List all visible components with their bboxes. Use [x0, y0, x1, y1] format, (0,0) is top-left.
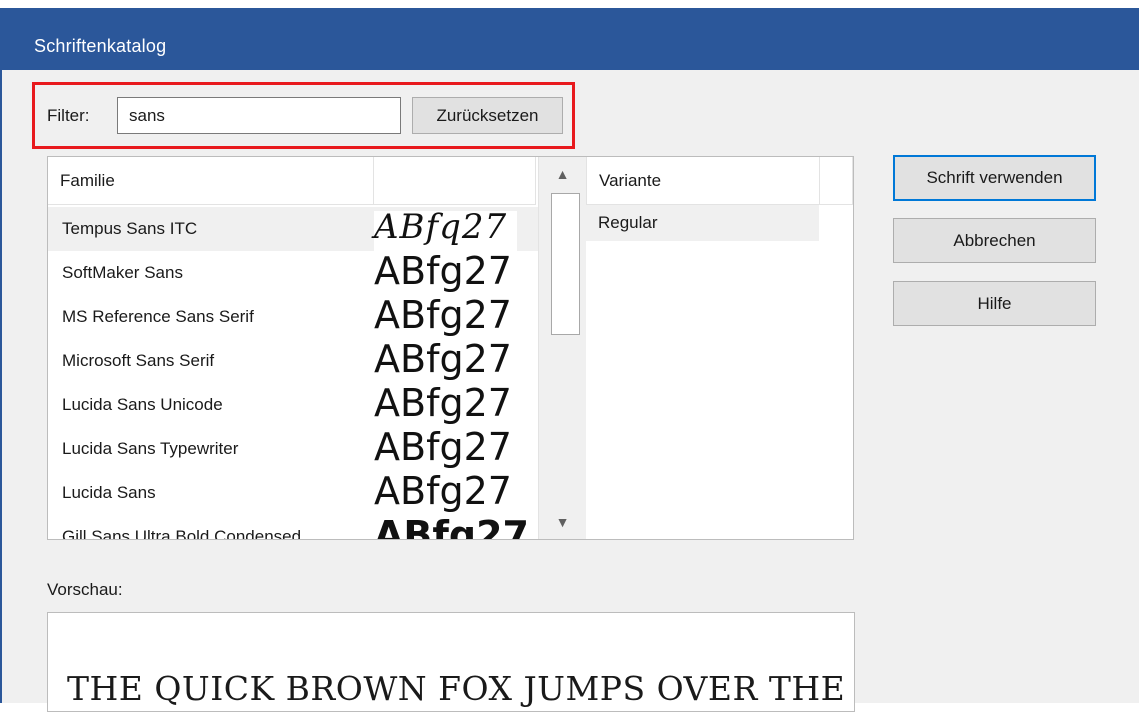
filter-label: Filter:	[47, 106, 90, 125]
list-item[interactable]: Tempus Sans ITC ABfq27	[48, 207, 538, 251]
use-font-button[interactable]: Schrift verwenden	[893, 155, 1096, 201]
font-family-name: Lucida Sans Unicode	[62, 395, 223, 414]
font-sample-cell: ABfg27	[374, 513, 529, 539]
list-item[interactable]: SoftMaker Sans ABfg27	[48, 249, 538, 295]
font-sample: ABfg27	[374, 293, 512, 337]
font-sample-cell: ABfq27	[374, 207, 517, 251]
font-sample-cell: ABfg27	[374, 469, 517, 515]
font-sample-cell: ABfg27	[374, 425, 517, 471]
window-left-border	[0, 8, 2, 703]
preview-text: THE QUICK BROWN FOX JUMPS OVER THE	[67, 669, 846, 708]
font-family-name: MS Reference Sans Serif	[62, 307, 254, 326]
font-family-name: Lucida Sans Typewriter	[62, 439, 239, 458]
scroll-thumb[interactable]	[551, 193, 580, 335]
font-sample: ABfq27	[374, 207, 508, 247]
font-sample: ABfg27	[374, 249, 512, 293]
preview-label: Vorschau:	[47, 580, 123, 599]
font-sample: ABfg27	[374, 337, 512, 381]
font-family-list: Familie Variante Tempus Sans ITC ABfq27 …	[47, 156, 854, 540]
list-item[interactable]: Lucida Sans ABfg27	[48, 469, 538, 515]
font-sample: ABfg27	[374, 469, 512, 513]
list-item[interactable]: MS Reference Sans Serif ABfg27	[48, 293, 538, 339]
column-header-sample[interactable]	[374, 157, 536, 205]
font-sample: ABfg27	[374, 381, 512, 425]
font-sample-cell: ABfg27	[374, 337, 517, 383]
font-family-name: Microsoft Sans Serif	[62, 351, 215, 370]
font-family-name: Tempus Sans ITC	[62, 219, 198, 238]
font-family-name: SoftMaker Sans	[62, 263, 183, 282]
title-bar: Schriftenkatalog	[0, 8, 1139, 70]
variant-item-regular[interactable]: Regular	[586, 205, 819, 241]
list-item[interactable]: Microsoft Sans Serif ABfg27	[48, 337, 538, 383]
reset-button[interactable]: Zurücksetzen	[412, 97, 563, 134]
font-sample-cell: ABfg27	[374, 381, 517, 427]
column-header-family[interactable]: Familie	[48, 157, 374, 205]
font-sample: ABfg27	[374, 425, 512, 469]
font-family-name: Gill Sans Ultra Bold Condensed	[62, 527, 302, 540]
column-header-variant[interactable]: Variante	[586, 157, 820, 205]
help-button[interactable]: Hilfe	[893, 281, 1096, 326]
font-family-name: Lucida Sans	[62, 483, 156, 502]
cancel-button[interactable]: Abbrechen	[893, 218, 1096, 263]
family-list-scrollbar[interactable]: ▲ ▼	[538, 157, 586, 539]
list-item[interactable]: Lucida Sans Unicode ABfg27	[48, 381, 538, 427]
font-sample-cell: ABfg27	[374, 293, 517, 339]
scroll-down-arrow-icon[interactable]: ▼	[539, 505, 586, 539]
list-item[interactable]: Lucida Sans Typewriter ABfg27	[48, 425, 538, 471]
font-sample-cell: ABfg27	[374, 249, 517, 295]
scroll-up-arrow-icon[interactable]: ▲	[539, 157, 586, 191]
column-header-extra[interactable]	[820, 157, 853, 205]
filter-input[interactable]	[117, 97, 401, 134]
font-sample: ABfg27	[374, 513, 529, 540]
screen: Schriftenkatalog Filter: Zurücksetzen Fa…	[0, 0, 1139, 712]
window-title: Schriftenkatalog	[34, 36, 167, 56]
list-item[interactable]: Gill Sans Ultra Bold Condensed ABfg27	[48, 513, 538, 540]
preview-area: THE QUICK BROWN FOX JUMPS OVER THE	[47, 612, 855, 712]
